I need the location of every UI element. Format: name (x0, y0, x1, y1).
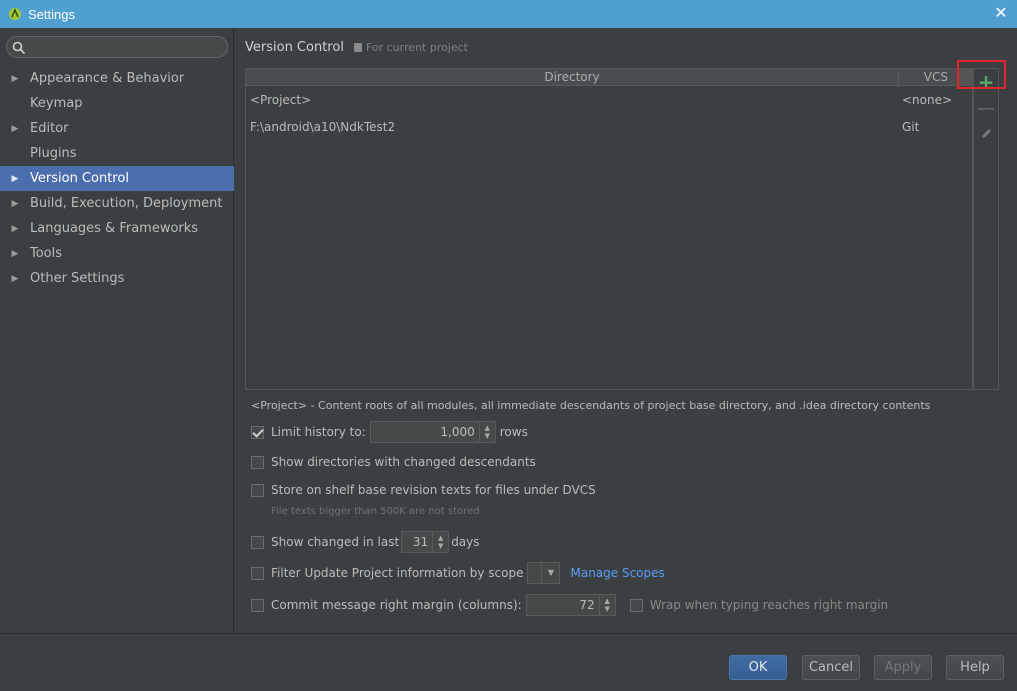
sidebar-item-label: Tools (30, 246, 63, 261)
show-changed-spinner[interactable]: 31 ▲ ▼ (401, 531, 450, 553)
show-dirs-checkbox[interactable] (251, 455, 264, 469)
table-toolbar: + — (973, 68, 999, 390)
limit-history-option: Limit history to: 1,000 ▲ ▼ rows (251, 421, 528, 443)
search-input[interactable] (6, 36, 228, 58)
chevron-down-icon[interactable]: ▼ (541, 563, 559, 583)
show-changed-option: Show changed in last 31 ▲ ▼ days (251, 531, 480, 553)
pencil-icon (982, 129, 991, 138)
filter-update-checkbox[interactable] (251, 566, 264, 580)
commit-margin-checkbox[interactable] (251, 598, 264, 612)
limit-history-spinner[interactable]: 1,000 ▲ ▼ (369, 421, 496, 443)
wrap-label: Wrap when typing reaches right margin (649, 598, 889, 612)
apply-button[interactable]: Apply (874, 655, 932, 680)
expand-arrow-icon[interactable]: ▶ (0, 74, 30, 84)
sidebar-item-editor[interactable]: ▶ Editor (0, 116, 234, 141)
commit-margin-label: Commit message right margin (columns): (271, 598, 522, 612)
sidebar-item-label: Build, Execution, Deployment (30, 196, 223, 211)
sidebar-item-label: Other Settings (30, 271, 125, 286)
sidebar-item-plugins[interactable]: Plugins (0, 141, 234, 166)
show-changed-checkbox[interactable] (251, 535, 264, 549)
sidebar-item-label: Editor (30, 121, 69, 136)
dialog-footer: OK Cancel Apply Help (0, 633, 1017, 691)
panel-header: Version Control For current project (245, 40, 468, 55)
title-bar: Settings ✕ (0, 0, 1017, 28)
page-title: Version Control (245, 40, 344, 55)
expand-arrow-icon[interactable]: ▶ (0, 224, 30, 234)
help-button[interactable]: Help (946, 655, 1004, 680)
sidebar-item-version-control[interactable]: ▶ Version Control (0, 166, 234, 191)
commit-margin-value[interactable]: 72 (527, 598, 599, 612)
spinner-arrows-icon[interactable]: ▲ ▼ (432, 532, 448, 552)
limit-history-suffix: rows (499, 425, 528, 439)
search-icon (12, 41, 26, 55)
window-title: Settings (28, 6, 75, 22)
store-shelf-label: Store on shelf base revision texts for f… (271, 483, 596, 497)
spinner-arrows-icon[interactable]: ▲ ▼ (478, 422, 495, 442)
expand-arrow-icon[interactable]: ▶ (0, 249, 30, 259)
sidebar-item-label: Languages & Frameworks (30, 221, 199, 236)
scope-dropdown[interactable]: ▼ (527, 562, 561, 584)
cell-vcs: <none> (902, 92, 953, 107)
cell-directory: <Project> (250, 92, 312, 107)
sidebar-item-build-execution-deployment[interactable]: ▶ Build, Execution, Deployment (0, 191, 234, 216)
vcs-mappings-table[interactable]: Directory VCS <Project> <none> F:\androi… (245, 68, 973, 390)
cancel-button[interactable]: Cancel (802, 655, 860, 680)
sidebar-item-label: Version Control (30, 171, 129, 186)
show-changed-label: Show changed in last (271, 535, 400, 549)
table-row[interactable]: <Project> <none> (246, 86, 972, 113)
close-icon[interactable]: ✕ (991, 3, 1011, 23)
show-changed-value[interactable]: 31 (402, 535, 432, 549)
column-header-vcs[interactable]: VCS (899, 69, 959, 85)
filter-update-option: Filter Update Project information by sco… (251, 562, 665, 584)
minus-icon: — (977, 97, 995, 119)
expand-arrow-icon[interactable]: ▶ (0, 274, 30, 284)
store-shelf-note: File texts bigger than 500K are not stor… (271, 506, 480, 517)
cell-vcs: Git (902, 119, 920, 134)
store-shelf-option: Store on shelf base revision texts for f… (251, 483, 596, 497)
show-dirs-option: Show directories with changed descendant… (251, 455, 536, 469)
project-icon (353, 43, 362, 52)
settings-nav: ▶ Appearance & Behavior Keymap ▶ Editor … (0, 66, 234, 291)
show-changed-suffix: days (451, 535, 480, 549)
wrap-checkbox[interactable] (629, 598, 643, 612)
show-dirs-label: Show directories with changed descendant… (271, 455, 536, 469)
sidebar-item-other-settings[interactable]: ▶ Other Settings (0, 266, 234, 291)
table-row[interactable]: F:\android\a10\NdkTest2 Git (246, 113, 972, 140)
project-note: <Project> - Content roots of all modules… (251, 399, 931, 412)
remove-mapping-button[interactable]: — (974, 95, 998, 121)
expand-arrow-icon[interactable]: ▶ (0, 174, 30, 184)
sidebar-item-label: Keymap (30, 96, 83, 111)
commit-margin-option: Commit message right margin (columns): 7… (251, 594, 888, 616)
sidebar-item-appearance-behavior[interactable]: ▶ Appearance & Behavior (0, 66, 234, 91)
limit-history-label: Limit history to: (271, 425, 366, 439)
limit-history-value[interactable]: 1,000 (371, 425, 479, 439)
edit-mapping-button[interactable] (974, 121, 998, 147)
ok-button[interactable]: OK (729, 655, 787, 680)
column-header-directory[interactable]: Directory (246, 69, 899, 85)
sidebar-item-keymap[interactable]: Keymap (0, 91, 234, 116)
version-control-panel: Version Control For current project Dire… (235, 28, 1017, 633)
android-studio-icon (9, 8, 21, 20)
settings-sidebar: ▶ Appearance & Behavior Keymap ▶ Editor … (0, 28, 234, 633)
filter-update-label: Filter Update Project information by sco… (271, 566, 524, 580)
wrap-option: Wrap when typing reaches right margin (629, 598, 889, 612)
store-shelf-checkbox[interactable] (251, 483, 264, 497)
table-header: Directory VCS (246, 69, 972, 86)
commit-margin-spinner[interactable]: 72 ▲ ▼ (525, 594, 616, 616)
spinner-arrows-icon[interactable]: ▲ ▼ (598, 595, 615, 615)
sidebar-item-label: Plugins (30, 146, 77, 161)
cell-directory: F:\android\a10\NdkTest2 (250, 119, 396, 134)
expand-arrow-icon[interactable]: ▶ (0, 199, 30, 209)
sidebar-item-tools[interactable]: ▶ Tools (0, 241, 234, 266)
page-subtitle: For current project (365, 41, 468, 54)
manage-scopes-link[interactable]: Manage Scopes (570, 566, 664, 580)
sidebar-item-languages-frameworks[interactable]: ▶ Languages & Frameworks (0, 216, 234, 241)
highlight-box (957, 60, 1006, 89)
limit-history-checkbox[interactable] (251, 425, 264, 439)
expand-arrow-icon[interactable]: ▶ (0, 124, 30, 134)
sidebar-item-label: Appearance & Behavior (30, 71, 185, 86)
